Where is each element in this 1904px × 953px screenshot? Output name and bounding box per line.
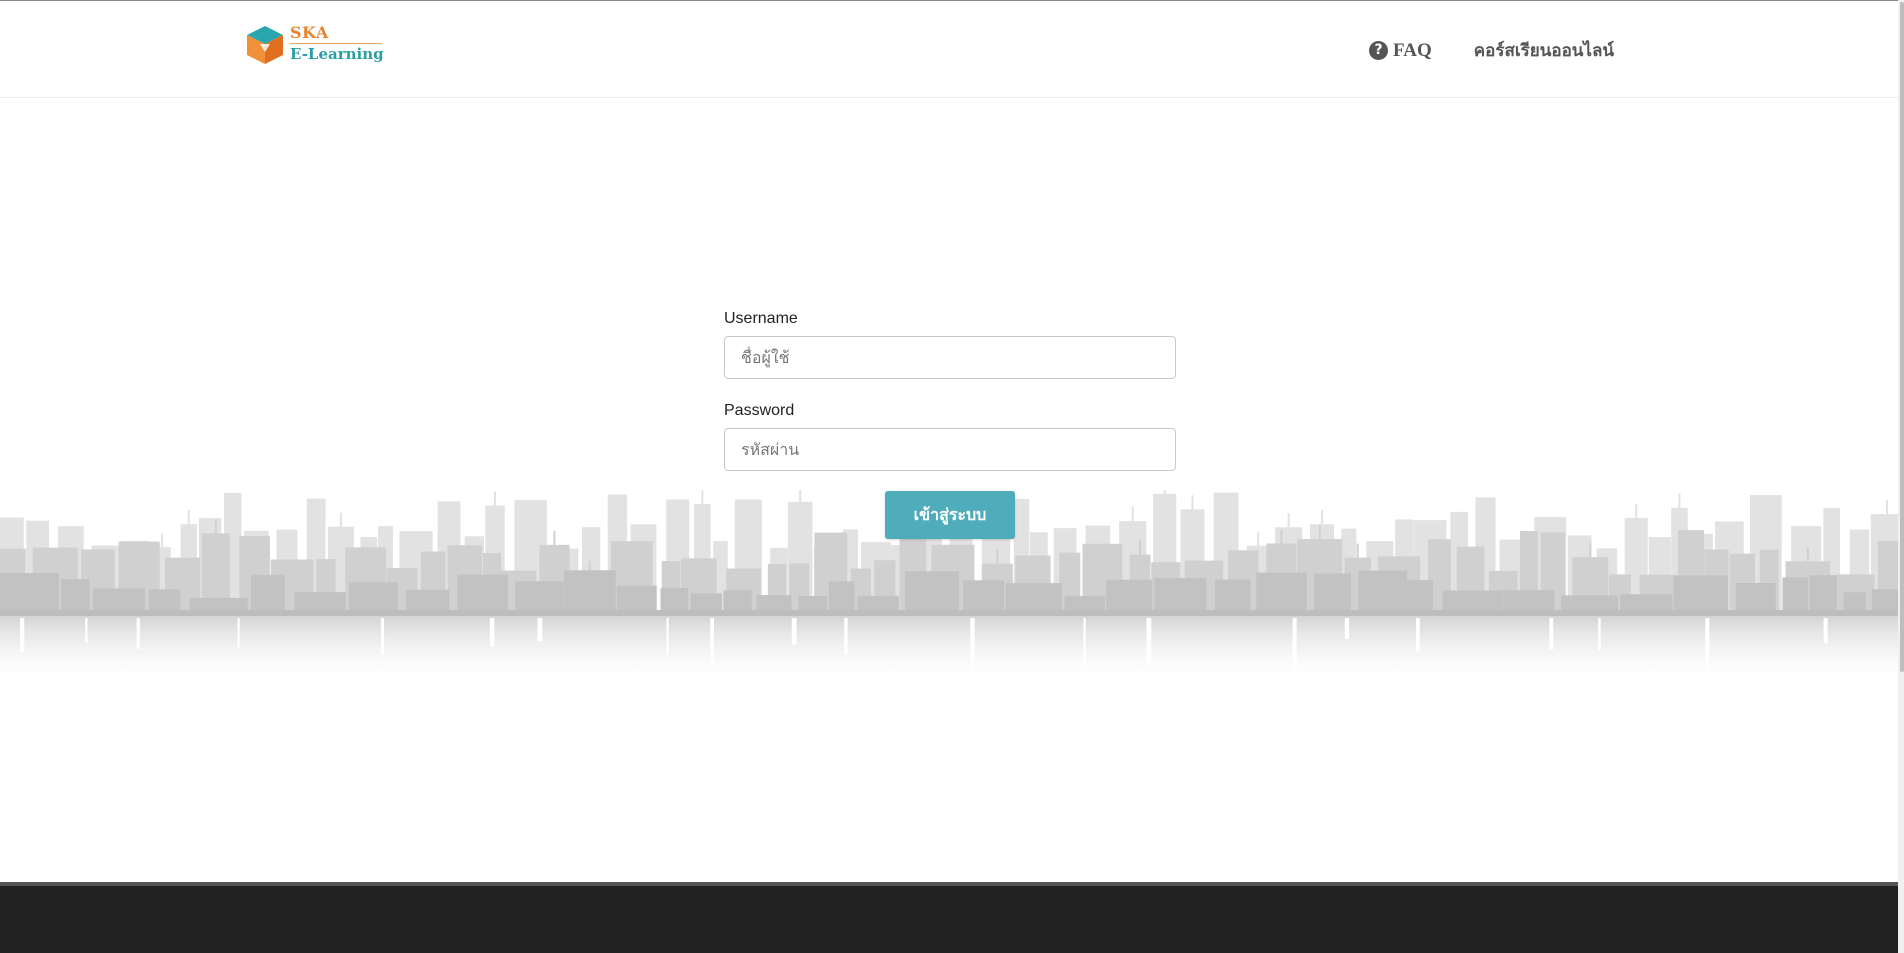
brand-name-bottom: E-Learning — [290, 45, 384, 63]
vertical-scrollbar[interactable] — [1898, 0, 1904, 953]
brand-divider — [290, 43, 382, 44]
nav-links: ? FAQ คอร์สเรียนออนไลน์ — [1327, 37, 1614, 64]
footer — [0, 886, 1898, 953]
nav-item-faq-label: FAQ — [1393, 39, 1432, 61]
username-input[interactable] — [724, 336, 1176, 379]
nav-item-online-courses-label: คอร์สเรียนออนไลน์ — [1473, 41, 1614, 61]
login-button[interactable]: เข้าสู่ระบบ — [885, 491, 1015, 539]
login-form: Username Password เข้าสู่ระบบ — [724, 310, 1176, 539]
submit-row: เข้าสู่ระบบ — [724, 491, 1176, 539]
nav-item-faq[interactable]: ? FAQ — [1369, 40, 1432, 62]
login-page: SKA E-Learning ? FAQ คอร์สเรียนออนไลน์ U… — [0, 0, 1904, 953]
cube-logo-icon — [247, 26, 283, 64]
brand-name-top: SKA — [290, 23, 329, 42]
username-label: Username — [724, 310, 798, 327]
password-input[interactable] — [724, 428, 1176, 471]
nav-item-online-courses[interactable]: คอร์สเรียนออนไลน์ — [1474, 37, 1614, 64]
brand-logo-link[interactable]: SKA E-Learning — [246, 23, 386, 67]
question-circle-icon: ? — [1369, 41, 1389, 60]
scrollbar-thumb[interactable] — [1900, 2, 1904, 672]
navbar: SKA E-Learning ? FAQ คอร์สเรียนออนไลน์ — [0, 1, 1904, 98]
password-label: Password — [724, 402, 795, 419]
